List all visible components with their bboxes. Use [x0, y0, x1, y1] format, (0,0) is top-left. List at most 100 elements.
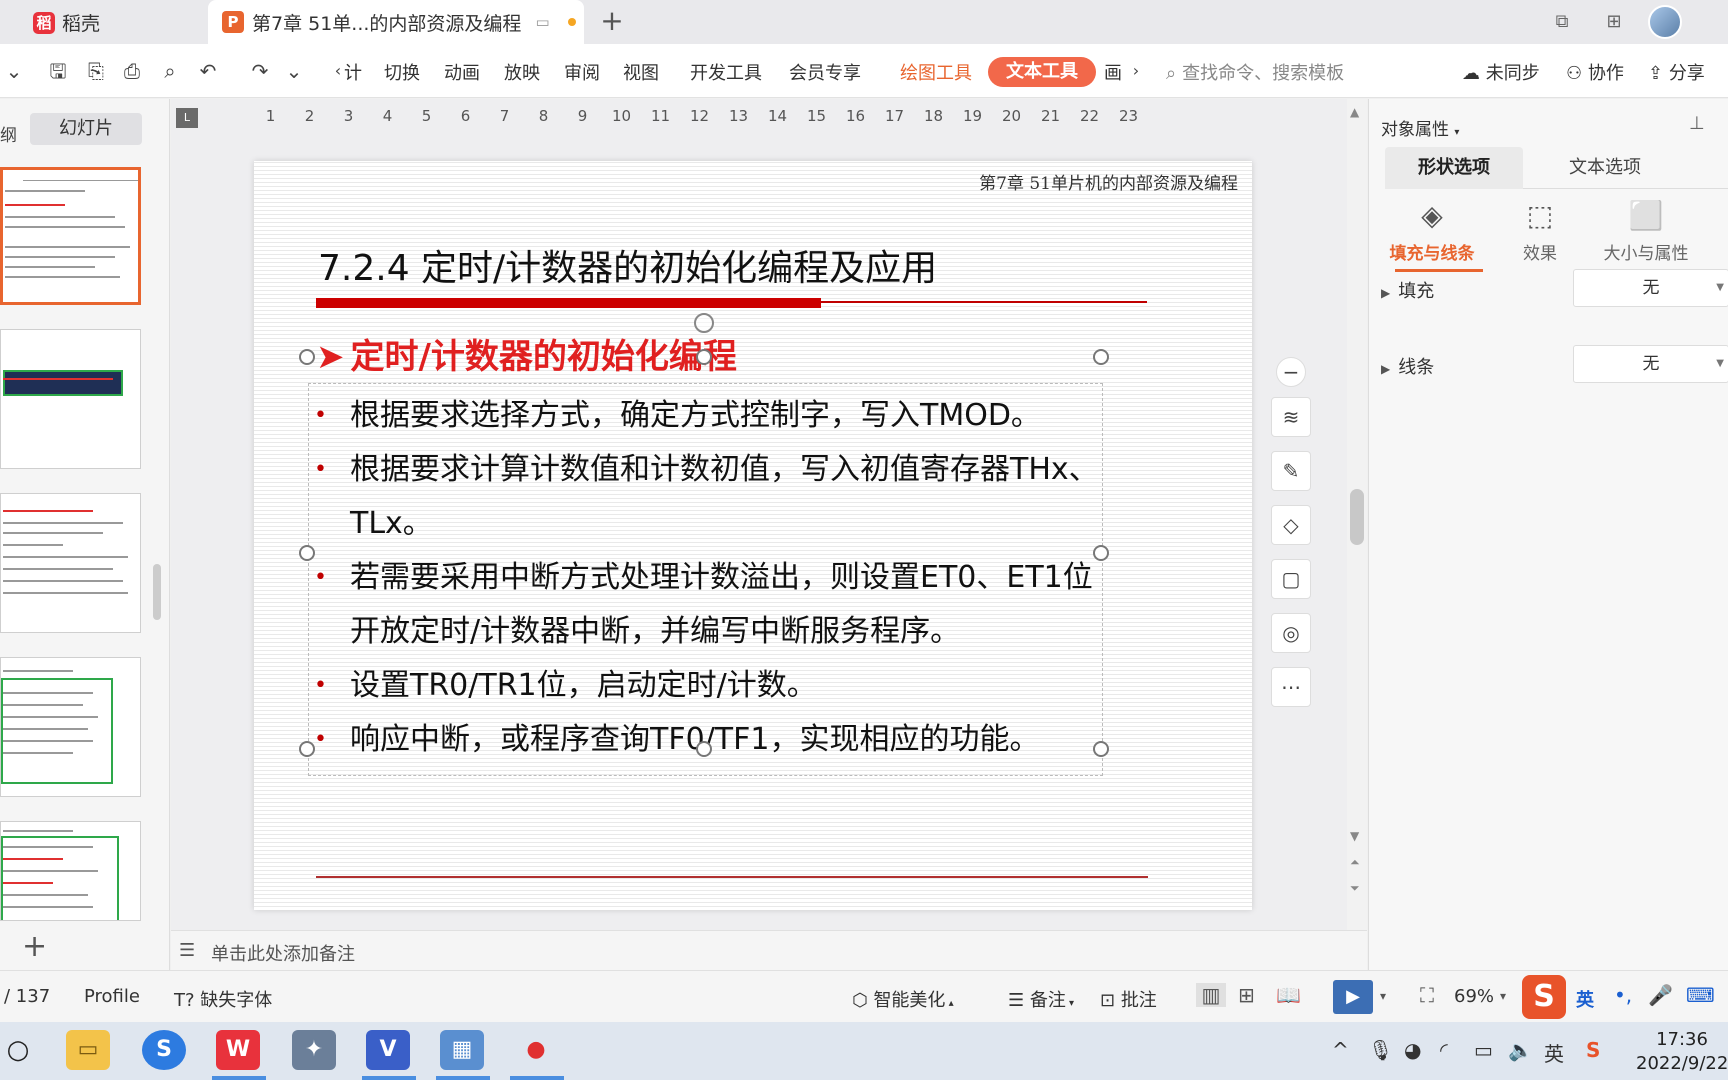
fill-icon[interactable]: ◇ — [1271, 505, 1311, 545]
system-clock[interactable]: 17:36 2022/9/22 — [1636, 1028, 1728, 1076]
menu-review[interactable]: 审阅 — [564, 59, 600, 85]
slide-subtitle[interactable]: ➤ 定时/计数器的初始化编程 — [316, 329, 737, 378]
missing-font-button[interactable]: T? 缺失字体 — [174, 986, 272, 1012]
sync-status-button[interactable]: ☁ 未同步 — [1462, 59, 1540, 85]
menu-developer[interactable]: 开发工具 — [690, 59, 762, 85]
fit-window-icon[interactable]: ⛶ — [1420, 983, 1434, 1007]
satellite-app-icon[interactable]: ✦ — [292, 1030, 336, 1070]
slide[interactable]: 第7章 51单片机的内部资源及编程 7.2.4 定时/计数器的初始化编程及应用 … — [254, 161, 1252, 910]
resize-handle[interactable] — [696, 741, 712, 757]
bullet-item[interactable]: • 响应中断，或程序查询TF0/TF1，实现相应的功能。 — [314, 713, 1104, 767]
share-button[interactable]: ⇪ 分享 — [1648, 59, 1705, 85]
keyboard-icon[interactable]: ⌨ — [1686, 983, 1715, 1007]
tray-expand-icon[interactable]: ^ — [1332, 1038, 1349, 1062]
menu-drawing-tools[interactable]: 绘图工具 — [900, 59, 972, 85]
menu-partial-item[interactable]: 计 — [344, 59, 362, 85]
thumbnail-scrollbar[interactable] — [153, 564, 161, 620]
resize-handle[interactable] — [1093, 741, 1109, 757]
scroll-up-icon[interactable]: ▲ — [1350, 105, 1359, 119]
file-explorer-icon[interactable]: ▭ — [66, 1030, 110, 1070]
tab-size-properties[interactable]: ⬜ 大小与属性 — [1591, 199, 1701, 264]
tab-shape-options[interactable]: 形状选项 — [1385, 147, 1523, 189]
notes-bar[interactable]: ☰ 单击此处添加备注 — [171, 930, 1367, 970]
redo-icon[interactable]: ↷ — [246, 58, 274, 84]
resize-handle[interactable] — [696, 349, 712, 365]
menu-slideshow[interactable]: 放映 — [504, 59, 540, 85]
tab-docer-home[interactable]: 稻 稻壳 — [0, 0, 206, 44]
slide-thumbnail[interactable] — [0, 821, 141, 921]
resize-handle[interactable] — [1093, 545, 1109, 561]
normal-view-icon[interactable]: ▥ — [1196, 983, 1226, 1007]
outline-icon[interactable]: ▢ — [1271, 559, 1311, 599]
resize-handle[interactable] — [299, 349, 315, 365]
monitor-icon[interactable]: ▭ — [535, 13, 549, 31]
print-icon[interactable]: ⎙ — [118, 58, 146, 84]
microphone-icon[interactable]: 🎤 — [1648, 983, 1673, 1007]
user-avatar[interactable] — [1648, 5, 1682, 39]
comment-button[interactable]: ⊡ 批注 — [1100, 986, 1157, 1012]
idea-bulb-icon[interactable]: ◎ — [1271, 613, 1311, 653]
grid-apps-icon[interactable]: ⊞ — [1598, 9, 1630, 35]
keil-uvision-icon[interactable]: V — [366, 1030, 410, 1070]
bullet-item[interactable]: • 设置TR0/TR1位，启动定时/计数。 — [314, 659, 1104, 713]
customize-toolbar-icon[interactable]: ⌄ — [280, 58, 308, 84]
collaborate-button[interactable]: ⚇ 协作 — [1566, 59, 1624, 85]
prev-slide-icon[interactable]: ⏶ — [1350, 855, 1360, 870]
canvas-vertical-scrollbar[interactable]: ▲ ▼ ⏶ ⏷ — [1347, 99, 1367, 930]
line-section-toggle[interactable]: ▶ 线条 — [1381, 353, 1434, 379]
menu-animation[interactable]: 动画 — [444, 59, 480, 85]
tray-mic-icon[interactable]: 🎙 — [1368, 1038, 1393, 1062]
ime-language[interactable]: 英 — [1576, 986, 1594, 1012]
bullet-item[interactable]: • 根据要求选择方式，确定方式控制字，写入TMOD。 — [314, 389, 1104, 443]
chevron-down-icon[interactable]: ▾ — [1500, 989, 1506, 1003]
play-slideshow-button[interactable]: ▶ — [1333, 980, 1373, 1014]
tab-stop-icon[interactable]: L — [176, 108, 198, 128]
layers-icon[interactable]: ≋ — [1271, 397, 1311, 437]
tab-effects[interactable]: ⬚ 效果 — [1485, 199, 1595, 264]
slide-title[interactable]: 7.2.4 定时/计数器的初始化编程及应用 — [318, 239, 937, 291]
brush-icon[interactable]: ✎ — [1271, 451, 1311, 491]
fill-section-toggle[interactable]: ▶ 填充 — [1381, 277, 1434, 303]
qq-icon[interactable]: ◕ — [1404, 1038, 1421, 1062]
calculator-icon[interactable]: ▦ — [440, 1030, 484, 1070]
search-circle-icon[interactable]: ○ — [0, 1030, 40, 1070]
next-slide-icon[interactable]: ⏷ — [1350, 881, 1360, 896]
tray-sogou-icon[interactable]: S — [1586, 1038, 1600, 1062]
chevron-down-icon[interactable]: ⌄ — [0, 58, 28, 84]
menu-view[interactable]: 视图 — [623, 59, 659, 85]
rotate-handle-icon[interactable] — [694, 313, 714, 333]
resize-handle[interactable] — [299, 741, 315, 757]
export-pdf-icon[interactable]: ⎘ — [82, 58, 110, 84]
fill-select[interactable]: 无 ▼ — [1573, 269, 1728, 307]
chevron-down-icon[interactable]: ▾ — [1380, 989, 1386, 1003]
pin-icon[interactable]: ⊥ — [1689, 113, 1705, 134]
command-search[interactable]: ⌕ 查找命令、搜索模板 — [1166, 59, 1344, 85]
undo-icon[interactable]: ↶ — [194, 58, 222, 84]
smart-beautify-button[interactable]: ⬡ 智能美化 ▴ — [852, 986, 954, 1012]
tab-current-document[interactable]: P 第7章 51单...的内部资源及编程 ▭ — [208, 0, 584, 44]
tab-fill-and-line[interactable]: ◈ 填充与线条 — [1377, 199, 1487, 272]
sogou-browser-icon[interactable]: S — [142, 1030, 186, 1070]
slide-sorter-icon[interactable]: ⊞ — [1238, 983, 1255, 1007]
tab-slides[interactable]: 幻灯片 — [30, 113, 142, 145]
tray-ime-icon[interactable]: 英 — [1544, 1038, 1564, 1067]
save-icon[interactable]: 🖫 — [44, 58, 72, 84]
menu-transition[interactable]: 切换 — [384, 59, 420, 85]
scroll-down-icon[interactable]: ▼ — [1350, 829, 1359, 843]
more-icon[interactable]: ⋯ — [1271, 667, 1311, 707]
scroll-right-icon[interactable]: › — [1122, 58, 1150, 84]
new-tab-button[interactable]: + — [596, 6, 628, 38]
collapse-icon[interactable]: − — [1276, 357, 1306, 387]
tab-outline[interactable]: 纲 — [0, 121, 17, 146]
tab-text-options[interactable]: 文本选项 — [1535, 147, 1675, 189]
punctuation-icon[interactable]: •, — [1614, 983, 1632, 1007]
slide-thumbnail[interactable] — [0, 167, 141, 305]
horizontal-ruler[interactable]: 1 2 3 4 5 6 7 8 9 10 11 12 13 14 15 16 17 18 19 20 21 22 23 — [251, 107, 1331, 127]
wps-office-icon[interactable]: W — [216, 1030, 260, 1070]
add-slide-button[interactable]: + — [22, 929, 47, 964]
bullet-item[interactable]: • 若需要采用中断方式处理计数溢出，则设置ET0、ET1位开放定时/计数器中断，并… — [314, 551, 1104, 659]
print-preview-icon[interactable]: ⌕ — [156, 58, 184, 84]
volume-icon[interactable]: 🔈 — [1508, 1038, 1533, 1062]
resize-handle[interactable] — [1093, 349, 1109, 365]
battery-icon[interactable]: ▭ — [1474, 1038, 1493, 1062]
